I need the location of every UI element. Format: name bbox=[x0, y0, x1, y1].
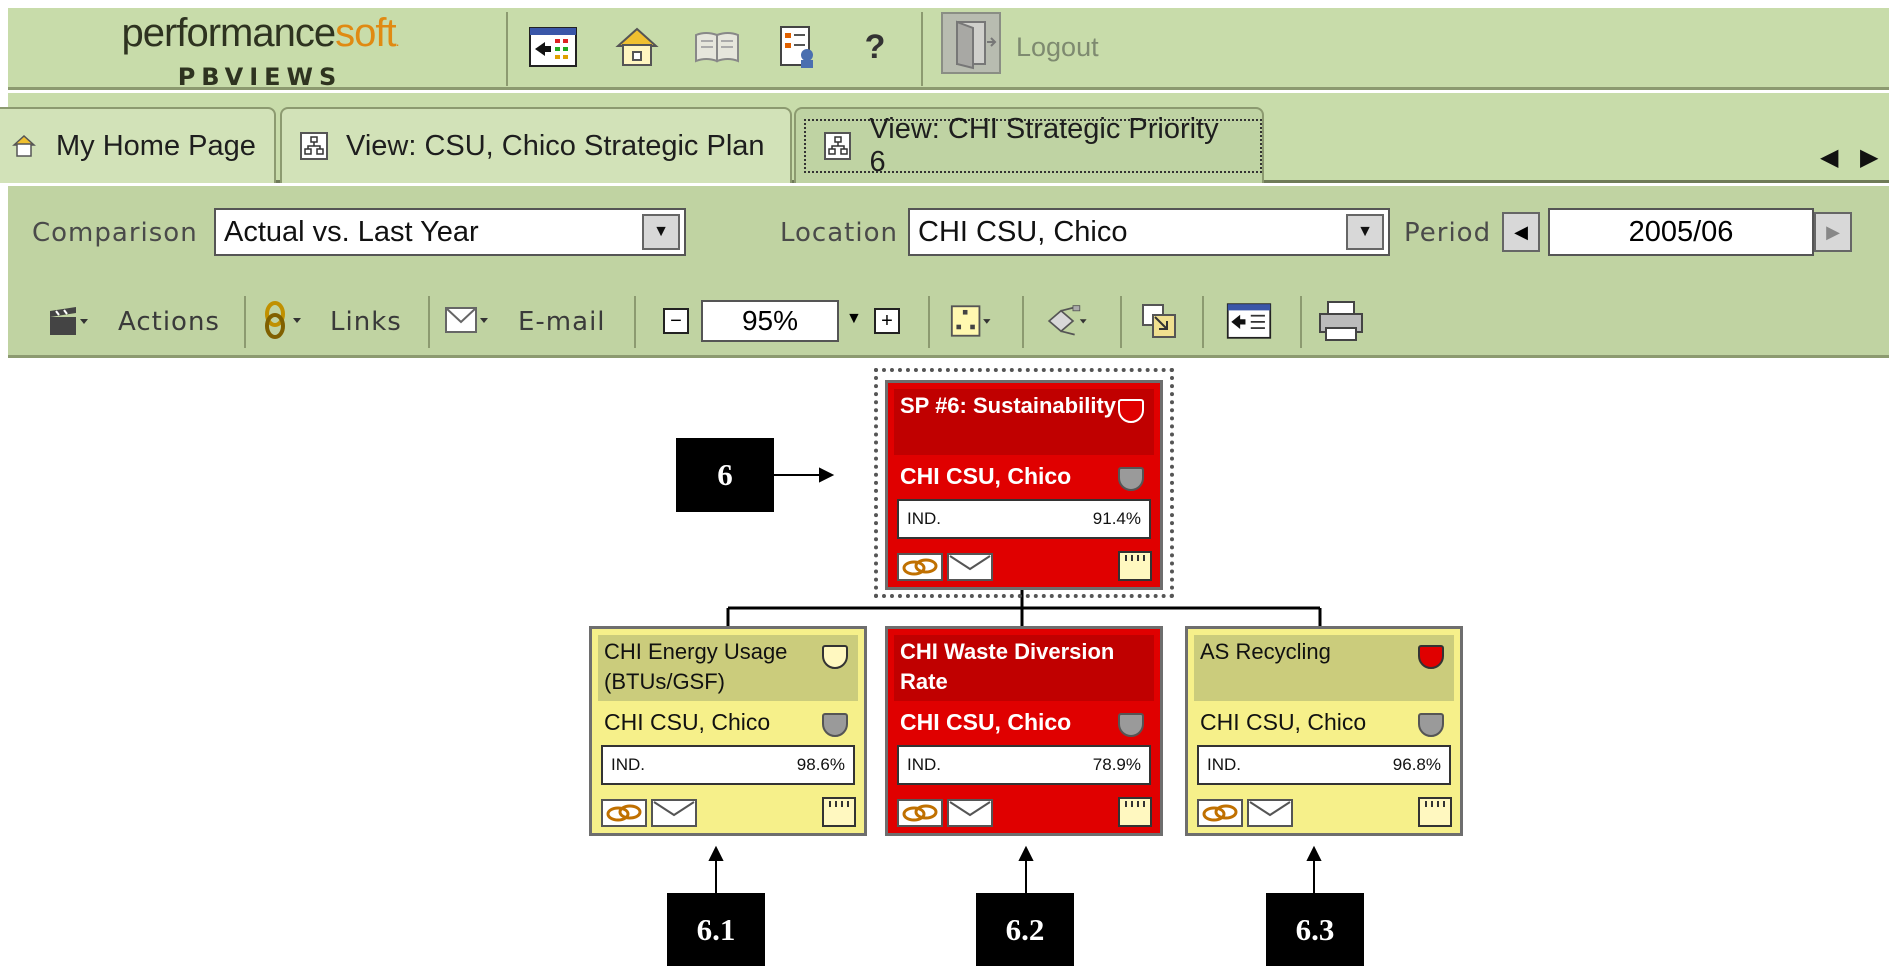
status-shield-icon bbox=[1118, 713, 1144, 737]
indicator-value: 78.9% bbox=[1092, 755, 1141, 774]
node-title: AS Recycling bbox=[1194, 635, 1454, 701]
notes-icon[interactable] bbox=[1118, 797, 1152, 827]
indicator-value: 96.8% bbox=[1392, 755, 1441, 774]
indicator-label: IND. bbox=[907, 755, 941, 774]
node-title: SP #6: Sustainability bbox=[894, 389, 1154, 455]
link-icon[interactable] bbox=[601, 799, 647, 827]
callout-label-6-2: 6.2 bbox=[976, 893, 1074, 966]
status-shield-icon bbox=[822, 713, 848, 737]
map-node-waste-diversion[interactable]: CHI Waste Diversion Rate CHI CSU, Chico … bbox=[885, 626, 1163, 836]
mail-icon[interactable] bbox=[651, 799, 697, 827]
node-indicator-box: IND. 91.4% bbox=[897, 499, 1151, 539]
callout-label-6: 6 bbox=[676, 438, 774, 512]
node-title: CHI Waste Diversion Rate bbox=[894, 635, 1154, 701]
node-location: CHI CSU, Chico bbox=[900, 463, 1072, 489]
mail-icon[interactable] bbox=[1247, 799, 1293, 827]
link-icon[interactable] bbox=[897, 799, 943, 827]
map-node-as-recycling[interactable]: AS Recycling CHI CSU, Chico IND. 96.8% bbox=[1185, 626, 1463, 836]
indicator-value: 91.4% bbox=[1092, 509, 1141, 528]
node-title: CHI Energy Usage (BTUs/GSF) bbox=[598, 635, 858, 701]
node-location: CHI CSU, Chico bbox=[900, 709, 1072, 735]
node-indicator-box: IND. 98.6% bbox=[601, 745, 855, 785]
node-indicator-box: IND. 78.9% bbox=[897, 745, 1151, 785]
status-shield-icon bbox=[1418, 713, 1444, 737]
callout-label-6-3: 6.3 bbox=[1266, 893, 1364, 966]
notes-icon[interactable] bbox=[822, 797, 856, 827]
notes-icon[interactable] bbox=[1118, 551, 1152, 581]
indicator-value: 98.6% bbox=[796, 755, 845, 774]
link-icon[interactable] bbox=[1197, 799, 1243, 827]
node-location: CHI CSU, Chico bbox=[604, 709, 771, 735]
indicator-label: IND. bbox=[907, 509, 941, 528]
indicator-label: IND. bbox=[611, 755, 645, 774]
link-icon[interactable] bbox=[897, 553, 943, 581]
node-indicator-box: IND. 96.8% bbox=[1197, 745, 1451, 785]
callout-label-6-1: 6.1 bbox=[667, 893, 765, 966]
node-location: CHI CSU, Chico bbox=[1200, 709, 1367, 735]
map-node-energy-usage[interactable]: CHI Energy Usage (BTUs/GSF) CHI CSU, Chi… bbox=[589, 626, 867, 836]
map-node-sp6-sustainability[interactable]: SP #6: Sustainability CHI CSU, Chico IND… bbox=[885, 380, 1163, 590]
mail-icon[interactable] bbox=[947, 553, 993, 581]
notes-icon[interactable] bbox=[1418, 797, 1452, 827]
indicator-label: IND. bbox=[1207, 755, 1241, 774]
status-shield-icon bbox=[1118, 467, 1144, 491]
mail-icon[interactable] bbox=[947, 799, 993, 827]
